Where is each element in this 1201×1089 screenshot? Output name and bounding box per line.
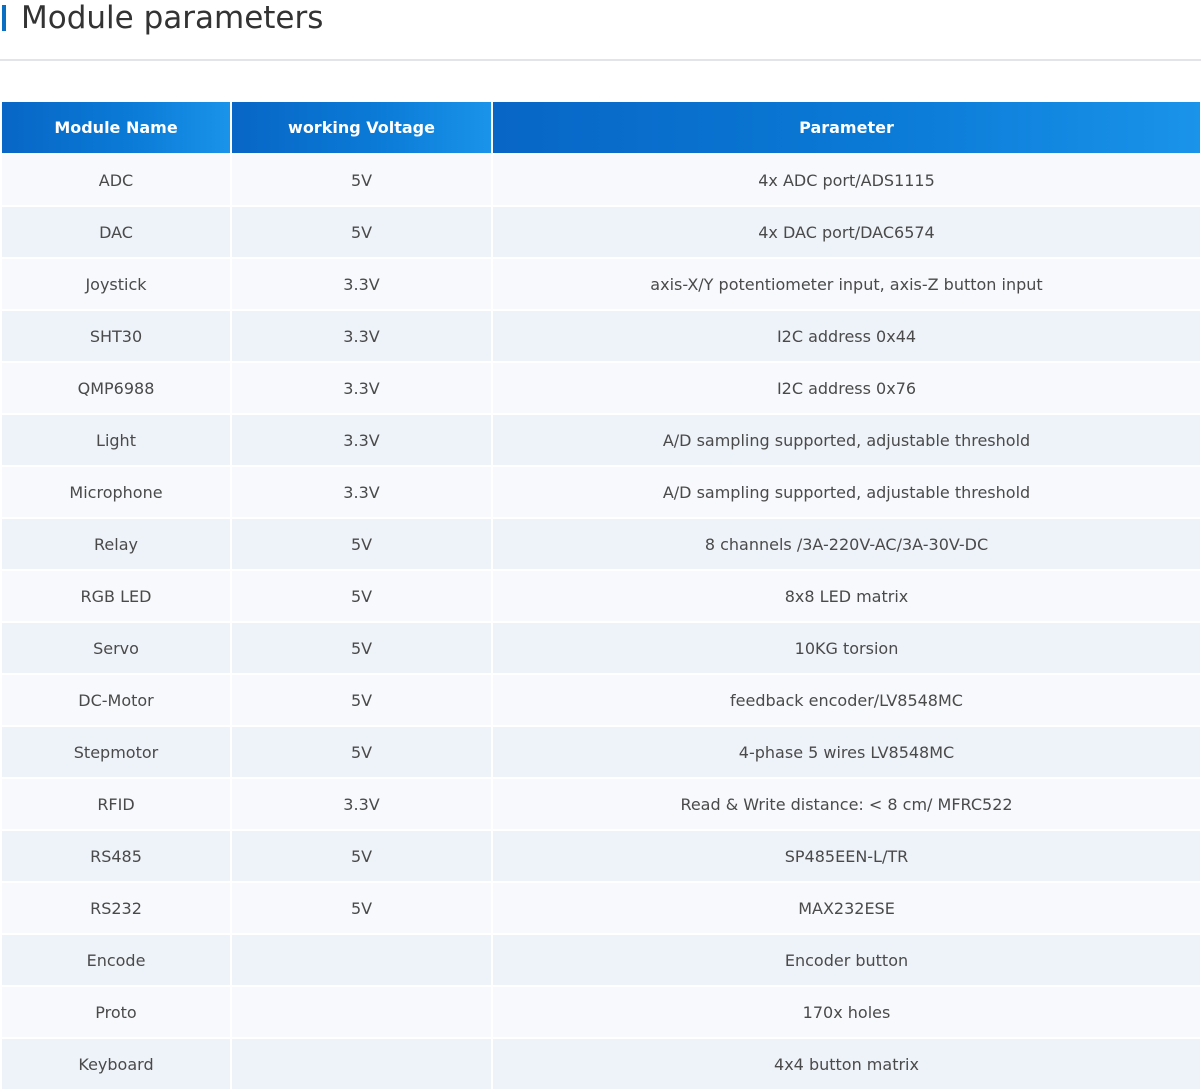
parameter-cell: SP485EEN-L/TR xyxy=(492,829,1200,882)
table-row: DAC 5V 4x DAC port/DAC6574 xyxy=(2,205,1200,258)
voltage-cell: 5V xyxy=(231,829,493,882)
header-row: Module Name working Voltage Parameter xyxy=(2,102,1200,154)
module-name-cell: QMP6988 xyxy=(2,361,232,414)
voltage-cell: 5V xyxy=(231,673,493,726)
table-body: ADC 5V 4x ADC port/ADS1115 DAC 5V 4x DAC port… xyxy=(2,153,1200,1089)
table-row: RS485 5V SP485EEN-L/TR xyxy=(2,829,1200,882)
parameter-cell: 10KG torsion xyxy=(492,621,1200,674)
table-row: Encode Encoder button xyxy=(2,933,1200,986)
parameter-cell: Encoder button xyxy=(492,933,1200,986)
module-name-cell: Proto xyxy=(2,985,232,1038)
module-name-cell: DAC xyxy=(2,205,232,258)
parameter-cell: 8x8 LED matrix xyxy=(492,569,1200,622)
parameter-cell: A/D sampling supported, adjustable thres… xyxy=(492,413,1200,466)
module-name-cell: Joystick xyxy=(2,257,232,310)
module-name-cell: ADC xyxy=(2,153,232,206)
table-row: ADC 5V 4x ADC port/ADS1115 xyxy=(2,153,1200,206)
module-name-cell: RS485 xyxy=(2,829,232,882)
module-name-cell: Stepmotor xyxy=(2,725,232,778)
voltage-cell: 5V xyxy=(231,621,493,674)
module-name-cell: Relay xyxy=(2,517,232,570)
voltage-cell: 5V xyxy=(231,881,493,934)
table-row: Microphone 3.3V A/D sampling supported, ad… xyxy=(2,465,1200,518)
parameter-cell: axis-X/Y potentiometer input, axis-Z but… xyxy=(492,257,1200,310)
parameter-cell: 170x holes xyxy=(492,985,1200,1038)
module-name-cell: Keyboard xyxy=(2,1037,232,1089)
table-row: Relay 5V 8 channels /3A-220V-AC/3A-30V-DC xyxy=(2,517,1200,570)
header-working-voltage: working Voltage xyxy=(231,102,493,154)
voltage-cell: 5V xyxy=(231,725,493,778)
table-row: Proto 170x holes xyxy=(2,985,1200,1038)
header-module-name: Module Name xyxy=(2,102,232,154)
title-accent-bar xyxy=(2,5,6,31)
parameter-cell: 4x4 button matrix xyxy=(492,1037,1200,1089)
parameter-cell: I2C address 0x44 xyxy=(492,309,1200,362)
module-name-cell: Servo xyxy=(2,621,232,674)
table-header: Module Name working Voltage Parameter xyxy=(2,102,1200,154)
header-parameter: Parameter xyxy=(492,102,1200,154)
table-row: DC-Motor 5V feedback encoder/LV8548MC xyxy=(2,673,1200,726)
voltage-cell: 3.3V xyxy=(231,361,493,414)
table-row: Stepmotor 5V 4-phase 5 wires LV8548MC xyxy=(2,725,1200,778)
title-bar: Module parameters xyxy=(0,0,1201,61)
module-name-cell: RGB LED xyxy=(2,569,232,622)
module-name-cell: SHT30 xyxy=(2,309,232,362)
table-row: RGB LED 5V 8x8 LED matrix xyxy=(2,569,1200,622)
parameter-cell: A/D sampling supported, adjustable thres… xyxy=(492,465,1200,518)
module-name-cell: Microphone xyxy=(2,465,232,518)
table-row: RS232 5V MAX232ESE xyxy=(2,881,1200,934)
parameter-cell: 4x DAC port/DAC6574 xyxy=(492,205,1200,258)
page-title: Module parameters xyxy=(21,0,324,36)
table-row: Keyboard 4x4 button matrix xyxy=(2,1037,1200,1089)
table-row: Joystick 3.3V axis-X/Y potentiometer input… xyxy=(2,257,1200,310)
module-name-cell: RFID xyxy=(2,777,232,830)
parameter-cell: MAX232ESE xyxy=(492,881,1200,934)
voltage-cell: 3.3V xyxy=(231,777,493,830)
voltage-cell xyxy=(231,933,493,986)
parameter-cell: 8 channels /3A-220V-AC/3A-30V-DC xyxy=(492,517,1200,570)
table-row: RFID 3.3V Read & Write distance: < 8 cm/ M… xyxy=(2,777,1200,830)
table-row: Light 3.3V A/D sampling supported, adjusta… xyxy=(2,413,1200,466)
parameter-cell: 4x ADC port/ADS1115 xyxy=(492,153,1200,206)
module-name-cell: Encode xyxy=(2,933,232,986)
parameter-cell: I2C address 0x76 xyxy=(492,361,1200,414)
module-name-cell: Light xyxy=(2,413,232,466)
voltage-cell: 3.3V xyxy=(231,257,493,310)
parameter-cell: 4-phase 5 wires LV8548MC xyxy=(492,725,1200,778)
module-name-cell: RS232 xyxy=(2,881,232,934)
voltage-cell: 3.3V xyxy=(231,413,493,466)
voltage-cell: 5V xyxy=(231,517,493,570)
voltage-cell: 3.3V xyxy=(231,309,493,362)
parameter-cell: Read & Write distance: < 8 cm/ MFRC522 xyxy=(492,777,1200,830)
table-row: SHT30 3.3V I2C address 0x44 xyxy=(2,309,1200,362)
module-parameters-table: Module Name working Voltage Parameter AD… xyxy=(2,102,1200,1089)
voltage-cell: 5V xyxy=(231,569,493,622)
module-name-cell: DC-Motor xyxy=(2,673,232,726)
voltage-cell: 5V xyxy=(231,153,493,206)
voltage-cell xyxy=(231,1037,493,1089)
voltage-cell: 5V xyxy=(231,205,493,258)
table-row: Servo 5V 10KG torsion xyxy=(2,621,1200,674)
voltage-cell: 3.3V xyxy=(231,465,493,518)
parameter-cell: feedback encoder/LV8548MC xyxy=(492,673,1200,726)
voltage-cell xyxy=(231,985,493,1038)
table-row: QMP6988 3.3V I2C address 0x76 xyxy=(2,361,1200,414)
